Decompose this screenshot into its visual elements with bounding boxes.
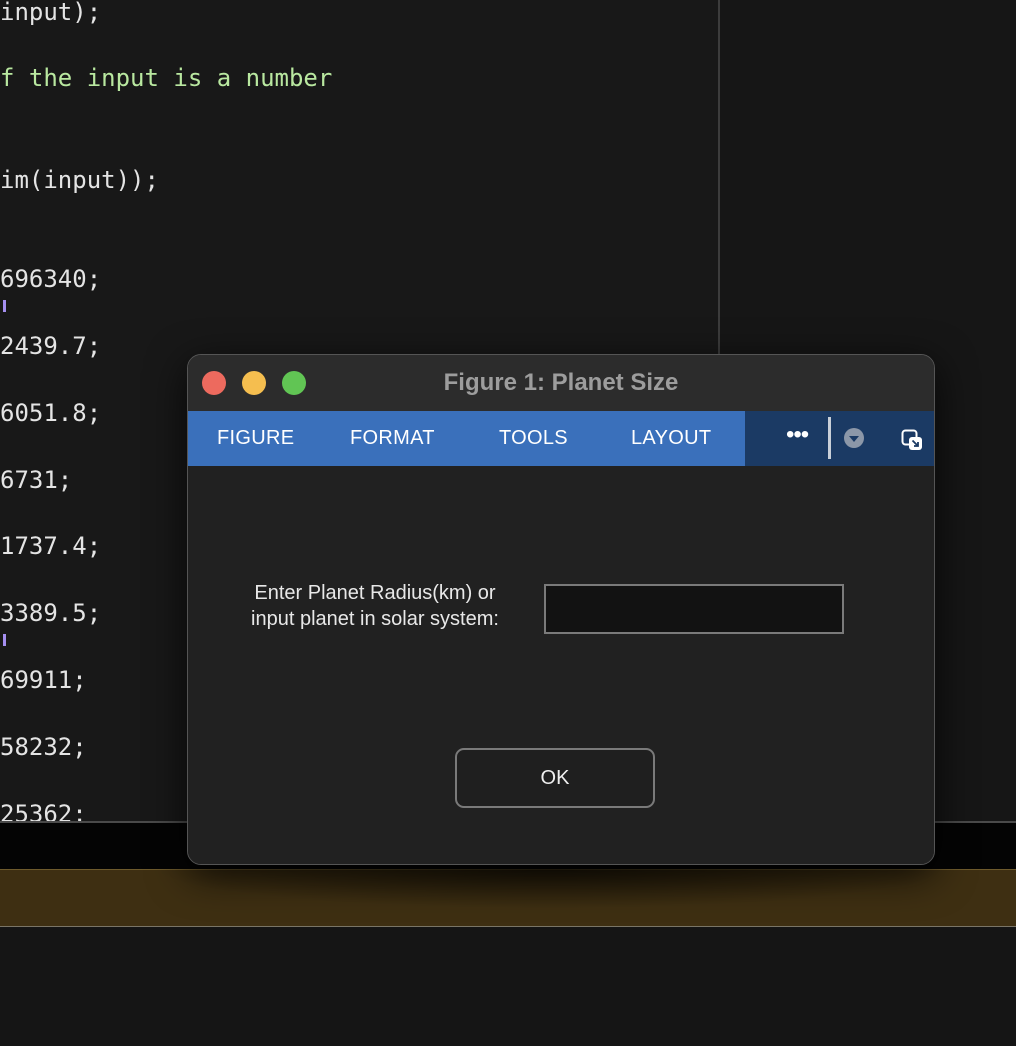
- code-line: 2439.7;: [0, 332, 102, 360]
- toolstrip-divider: [828, 417, 831, 459]
- toolstrip-tabs: FIGURE FORMAT TOOLS LAYOUT: [188, 411, 745, 466]
- planet-radius-input[interactable]: [544, 584, 844, 634]
- ok-button[interactable]: OK: [455, 748, 655, 808]
- code-line: 1737.4;: [0, 532, 102, 560]
- figure-toolstrip: FIGURE FORMAT TOOLS LAYOUT •••: [188, 411, 934, 466]
- title-bar[interactable]: Figure 1: Planet Size: [188, 355, 934, 411]
- code-line: 3389.5;: [0, 599, 102, 627]
- prompt-line: input planet in solar system:: [251, 608, 499, 630]
- code-marker: [3, 634, 6, 646]
- code-line: 25362;: [0, 800, 87, 822]
- code-line: 6051.8;: [0, 399, 102, 427]
- code-line: 6731;: [0, 466, 73, 494]
- command-window: [0, 927, 1016, 1046]
- tab-layout[interactable]: LAYOUT: [631, 427, 711, 450]
- radius-prompt-label: Enter Planet Radius(km) or input planet …: [228, 580, 522, 632]
- dialog-content: Enter Planet Radius(km) or input planet …: [188, 466, 934, 864]
- code-line: 69911;: [0, 666, 87, 694]
- undock-icon[interactable]: [901, 429, 923, 451]
- code-line: 58232;: [0, 733, 87, 761]
- tab-figure[interactable]: FIGURE: [217, 427, 294, 450]
- prompt-line: Enter Planet Radius(km) or: [254, 582, 496, 604]
- code-marker: [3, 300, 6, 312]
- code-comment-line: f the input is a number: [0, 64, 333, 92]
- code-line: input);: [0, 0, 102, 26]
- code-line: 696340;: [0, 265, 102, 293]
- figure-dialog: Figure 1: Planet Size FIGURE FORMAT TOOL…: [187, 354, 935, 865]
- tab-tools[interactable]: TOOLS: [499, 427, 568, 450]
- more-options-icon[interactable]: •••: [786, 421, 809, 449]
- code-line: im(input));: [0, 166, 159, 194]
- tab-format[interactable]: FORMAT: [350, 427, 435, 450]
- collapse-toolstrip-icon[interactable]: [844, 428, 864, 448]
- window-title: Figure 1: Planet Size: [443, 369, 679, 396]
- window-shadow: [150, 869, 950, 909]
